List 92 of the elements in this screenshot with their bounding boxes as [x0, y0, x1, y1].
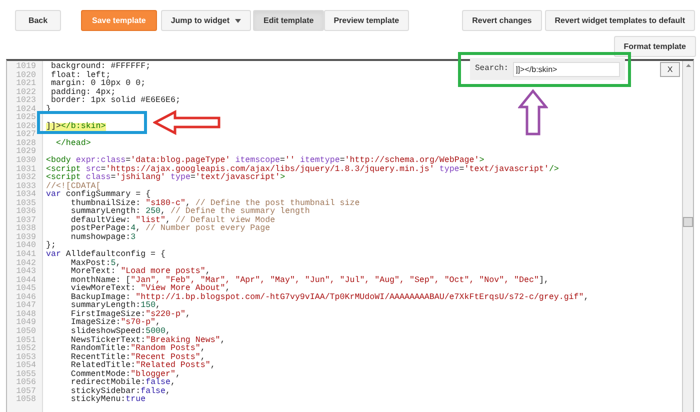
- line-number: 1040: [16, 242, 36, 250]
- line-number: 1020: [16, 72, 36, 80]
- line-number: 1023: [16, 97, 36, 106]
- code-line: //<![CDATA[: [46, 182, 101, 191]
- search-label: Search:: [475, 63, 509, 75]
- code-line: slideshowSpeed:5000,: [70, 328, 170, 336]
- code-line: CommentMode:"blogger",: [70, 370, 180, 379]
- close-search-button[interactable]: X: [660, 62, 680, 77]
- code-line: <body expr:class='data:blog.pageType' itemscope='' itemtype='http://schema.org/WebPage'>: [46, 157, 484, 166]
- line-number: 1022: [16, 88, 36, 97]
- line-number: 1055: [16, 370, 36, 379]
- line-number: 1044: [16, 276, 36, 285]
- code-line: monthName: ["Jan", "Feb", "Mar", "Apr", "May", "Jun", "Jul", "Aug", "Sep", "Oct", "Nov", "Dec"],: [70, 276, 549, 285]
- code-line: RecentTitle:"Recent Posts",: [70, 354, 206, 362]
- line-number: 1048: [16, 310, 36, 319]
- scroll-thumb[interactable]: [683, 217, 693, 227]
- revert-changes-button[interactable]: Revert changes: [462, 10, 542, 31]
- line-number: 1058: [16, 396, 36, 405]
- code-line: <script class='jshilang' type='text/javascript'>: [46, 174, 286, 182]
- line-number: 1043: [16, 268, 36, 276]
- line-number: 1053: [16, 354, 36, 362]
- code-line: redirectMobile:false,: [70, 379, 176, 388]
- code-line: </head>: [54, 140, 91, 148]
- line-number: 1054: [16, 362, 36, 370]
- code-line: BackupImage: "http://1.bp.blogspot.com/-htG7vy9vIAA/Tp0KrMUdoWI/AAAAAAAABAU/e7XkFtErqsU/s72-c/grey.gif",: [70, 294, 589, 302]
- line-number: 1027: [16, 131, 36, 140]
- line-number: 1047: [16, 302, 36, 310]
- format-template-button[interactable]: Format template: [614, 36, 696, 57]
- code-line: stickyMenu:true: [70, 396, 146, 405]
- code-line: padding: 4px;: [50, 88, 116, 97]
- line-number: 1032: [16, 174, 36, 182]
- code-line: stickySidebar:false,: [70, 388, 170, 396]
- code-line: RandomTitle:"Random Posts",: [70, 345, 206, 354]
- line-number: 1051: [16, 336, 36, 344]
- line-number: 1026: [16, 122, 36, 131]
- code-line: defaultView: "list", // Default view Mode: [70, 216, 276, 225]
- line-number: 1038: [16, 225, 36, 234]
- caret-icon: [235, 18, 242, 22]
- back-button[interactable]: Back: [15, 10, 61, 31]
- line-number: 1031: [16, 166, 36, 174]
- line-number: 1025: [16, 114, 36, 122]
- code-line: <script src='https://ajax.googleapis.com/ajax/libs/jquery/1.8.3/jquery.min.js' type='text/javascript'/>: [46, 166, 559, 174]
- line-number: 1034: [16, 191, 36, 200]
- code-line: NewsTickerText:"Breaking News",: [70, 336, 226, 344]
- code-line: numshowpage:3: [70, 234, 136, 242]
- line-number: 1035: [16, 200, 36, 208]
- code-line: ImageSize:"s70-p",: [70, 319, 161, 328]
- code-line: background: #FFFFFF;: [50, 63, 151, 71]
- line-number: 1021: [16, 80, 36, 88]
- code-line: border: 1px solid #E6E6E6;: [50, 97, 180, 106]
- jump-to-widget-dropdown[interactable]: Jump to widget: [160, 10, 252, 31]
- code-line: var Alldefaultconfig = {: [46, 251, 166, 260]
- code-line: };: [46, 242, 56, 252]
- view-tab[interactable]: Preview template: [324, 10, 410, 31]
- line-number: 1033: [16, 182, 36, 191]
- search-field[interactable]: ]]></b:skin>: [512, 62, 620, 76]
- line-number: 1030: [16, 157, 36, 166]
- line-number: 1036: [16, 208, 36, 216]
- line-number: 1052: [16, 345, 36, 354]
- code-line: MoreText: "Load more posts",: [70, 268, 210, 276]
- code-line: RelatedTitle:"Related Posts",: [70, 362, 216, 370]
- code-line: var configSummary = {: [46, 191, 151, 200]
- scrollbar[interactable]: [682, 61, 693, 412]
- line-number: 1049: [16, 319, 36, 328]
- arrow-drawing: [153, 110, 221, 135]
- code-line: summaryLength:150,: [70, 302, 161, 310]
- code-line: thumbnailSize: "s180-c", // Define the post thumbnail size: [70, 200, 360, 208]
- code-line: MaxPost:5,: [70, 260, 121, 268]
- code-line: FirstImageSize:"s220-p",: [70, 310, 190, 319]
- line-number: 1046: [16, 294, 36, 302]
- code-line: postPerPage:4, // Number post every Page: [70, 225, 270, 234]
- line-number: 1057: [16, 388, 36, 396]
- revert-widget-templates-button[interactable]: Revert widget templates to default: [544, 10, 695, 31]
- code-line: float: left;: [50, 72, 111, 80]
- line-number: 1029: [16, 148, 36, 156]
- code-line: margin: 0 10px 0 0;: [50, 80, 146, 88]
- code-editor[interactable]: [6, 59, 694, 412]
- line-number: 1024: [16, 106, 36, 114]
- line-number: 1050: [16, 328, 36, 336]
- line-number: 1056: [16, 379, 36, 388]
- line-number: 1028: [16, 140, 36, 148]
- arrow-drawing: [518, 89, 548, 136]
- line-number: 1039: [16, 234, 36, 242]
- view-tab[interactable]: Edit template: [253, 10, 324, 31]
- line-number: 1041: [16, 251, 36, 260]
- scroll-up-icon: [686, 64, 691, 67]
- line-number: 1045: [16, 285, 36, 294]
- code-line: summaryLength: 250, // Define the summary length: [70, 208, 310, 216]
- line-number: 1042: [16, 260, 36, 268]
- code-line: viewMoreText: "View More About",: [70, 285, 230, 294]
- line-number: 1019: [16, 63, 36, 72]
- line-number: 1037: [16, 216, 36, 225]
